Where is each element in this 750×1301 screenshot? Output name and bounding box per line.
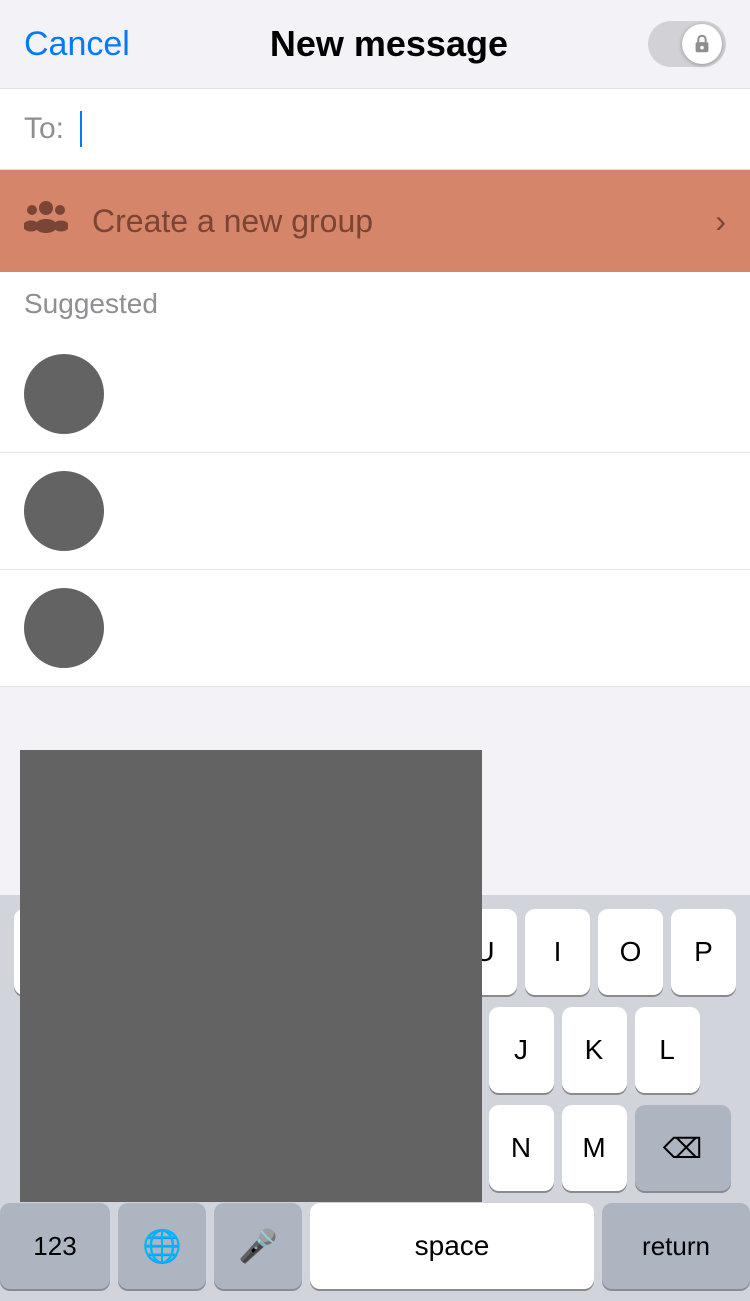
key-k[interactable]: K: [562, 1007, 627, 1093]
mic-key[interactable]: 🎤: [214, 1203, 302, 1289]
return-key[interactable]: return: [602, 1203, 750, 1289]
to-label: To:: [24, 112, 64, 146]
cancel-button[interactable]: Cancel: [24, 25, 130, 64]
key-l[interactable]: L: [635, 1007, 700, 1093]
lock-toggle[interactable]: [648, 21, 726, 67]
contacts-list: [0, 336, 750, 687]
keyboard-row-4: 123 🌐 🎤 space return: [0, 1203, 750, 1289]
key-n[interactable]: N: [489, 1105, 554, 1191]
mic-icon: 🎤: [238, 1227, 278, 1265]
key-p[interactable]: P: [671, 909, 736, 995]
avatar: [24, 354, 104, 434]
suggested-section: Suggested: [0, 272, 750, 336]
create-group-button[interactable]: Create a new group ›: [0, 170, 750, 272]
globe-icon: 🌐: [142, 1227, 182, 1265]
key-j[interactable]: J: [489, 1007, 554, 1093]
header: Cancel New message: [0, 0, 750, 88]
avatar: [24, 588, 104, 668]
gray-square-overlay: [20, 750, 482, 1202]
numbers-key[interactable]: 123: [0, 1203, 110, 1289]
content-area: [0, 336, 750, 687]
key-o[interactable]: O: [598, 909, 663, 995]
lock-icon: [692, 33, 712, 55]
lock-knob: [682, 24, 722, 64]
people-icon: [24, 198, 68, 234]
space-key[interactable]: space: [310, 1203, 594, 1289]
contact-row[interactable]: [0, 453, 750, 570]
backspace-key[interactable]: ⌫: [635, 1105, 731, 1191]
contact-row[interactable]: [0, 336, 750, 453]
chevron-right-icon: ›: [715, 203, 726, 240]
to-field[interactable]: To:: [0, 88, 750, 170]
contact-row[interactable]: [0, 570, 750, 687]
globe-key[interactable]: 🌐: [118, 1203, 206, 1289]
avatar: [24, 471, 104, 551]
page-title: New message: [270, 23, 508, 65]
text-cursor: [80, 111, 82, 147]
suggested-label: Suggested: [24, 288, 726, 336]
create-group-left: Create a new group: [24, 198, 373, 244]
create-group-label: Create a new group: [92, 203, 373, 240]
backspace-icon: ⌫: [663, 1132, 703, 1165]
group-icon: [24, 198, 68, 244]
key-m[interactable]: M: [562, 1105, 627, 1191]
key-i[interactable]: I: [525, 909, 590, 995]
